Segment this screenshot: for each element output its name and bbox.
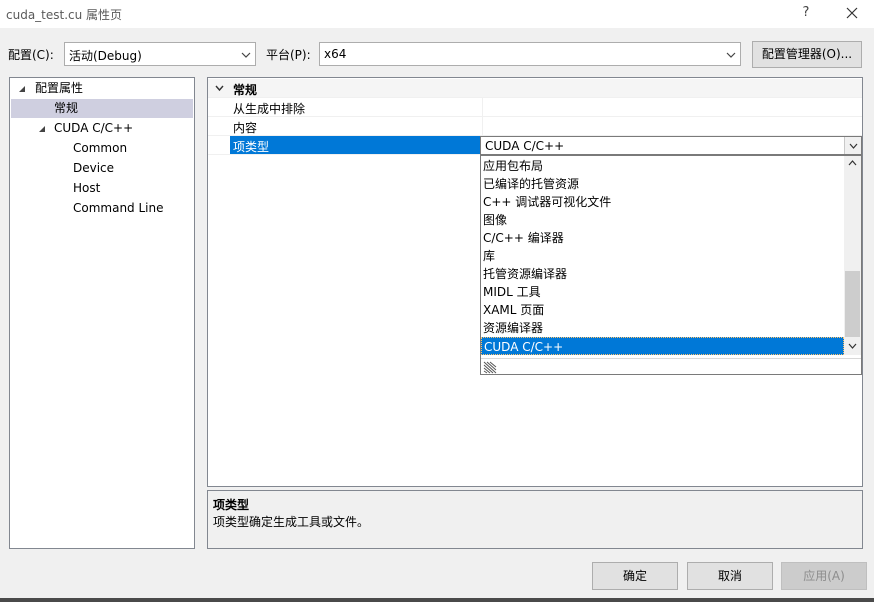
- tree-item-label: CUDA C/C++: [54, 121, 134, 135]
- chevron-down-icon: [849, 143, 857, 149]
- config-select-value: 活动(Debug): [69, 49, 142, 63]
- property-value[interactable]: [482, 117, 862, 135]
- tree-item-config-properties[interactable]: 配置属性: [10, 79, 194, 98]
- dropdown-option[interactable]: XAML 页面: [481, 301, 845, 319]
- help-button[interactable]: ?: [794, 2, 818, 24]
- dropdown-option[interactable]: 图像: [481, 211, 845, 229]
- dropdown-option-selected[interactable]: CUDA C/C++: [481, 337, 844, 355]
- tree-item-label: Host: [73, 181, 101, 195]
- property-value[interactable]: [482, 98, 862, 116]
- cancel-button-label: 取消: [717, 569, 742, 583]
- scroll-down-icon[interactable]: [848, 343, 857, 349]
- tree-item-label: 常规: [54, 101, 79, 115]
- property-row-exclude-from-build[interactable]: 从生成中排除: [208, 98, 862, 117]
- tree-item-general[interactable]: 常规: [11, 99, 193, 118]
- description-text: 项类型确定生成工具或文件。: [213, 515, 370, 529]
- config-manager-label: 配置管理器(O)...: [761, 47, 853, 61]
- config-manager-button[interactable]: 配置管理器(O)...: [752, 41, 862, 68]
- dropdown-resize-area: [481, 358, 861, 374]
- tree-item-label: Device: [73, 161, 115, 175]
- description-panel: 项类型 项类型确定生成工具或文件。: [207, 490, 863, 549]
- platform-label: 平台(P):: [266, 48, 311, 62]
- tree-item-label: 配置属性: [35, 81, 84, 95]
- dropdown-option[interactable]: 应用包布局: [481, 157, 845, 175]
- close-icon: [846, 7, 858, 19]
- property-name: 从生成中排除: [233, 102, 306, 116]
- window-title: cuda_test.cu 属性页: [6, 8, 123, 22]
- platform-select-value: x64: [324, 47, 347, 61]
- scrollbar-thumb[interactable]: [845, 271, 860, 337]
- dropdown-button[interactable]: [844, 137, 861, 154]
- title-bar: [0, 0, 874, 28]
- apply-button-label: 应用(A): [803, 569, 845, 583]
- tree-item-common[interactable]: Common: [10, 139, 194, 158]
- ok-button[interactable]: 确定: [592, 562, 678, 590]
- dropdown-option[interactable]: 托管资源编译器: [481, 265, 845, 283]
- property-name: 项类型: [233, 140, 270, 154]
- dropdown-option[interactable]: 库: [481, 247, 845, 265]
- item-type-select[interactable]: CUDA C/C++: [480, 136, 862, 155]
- dropdown-option[interactable]: 已编译的托管资源: [481, 175, 845, 193]
- apply-button[interactable]: 应用(A): [781, 562, 867, 590]
- dropdown-option[interactable]: MIDL 工具: [481, 283, 845, 301]
- expanded-triangle-icon: [19, 86, 25, 92]
- platform-select[interactable]: x64: [319, 42, 741, 66]
- item-type-select-value: CUDA C/C++: [485, 139, 565, 153]
- property-name: 内容: [233, 121, 258, 135]
- description-title: 项类型: [213, 498, 250, 512]
- window-bottom-border: [0, 598, 874, 602]
- config-select[interactable]: 活动(Debug): [64, 42, 256, 66]
- tree-item-command-line[interactable]: Command Line: [10, 199, 194, 218]
- property-row-item-type[interactable]: 项类型: [208, 136, 480, 155]
- resize-grip-icon[interactable]: [483, 361, 497, 374]
- tree-item-label: Common: [73, 141, 128, 155]
- category-row-general[interactable]: 常规: [208, 79, 862, 98]
- chevron-down-icon: [726, 52, 736, 58]
- scroll-up-icon[interactable]: [848, 160, 857, 166]
- dropdown-option[interactable]: 资源编译器: [481, 319, 845, 337]
- item-type-dropdown-list: 应用包布局 已编译的托管资源 C++ 调试器可视化文件 图像 C/C++ 编译器…: [480, 155, 862, 375]
- tree-item-host[interactable]: Host: [10, 179, 194, 198]
- dropdown-option[interactable]: C/C++ 编译器: [481, 229, 845, 247]
- property-row-content[interactable]: 内容: [208, 117, 862, 136]
- tree-item-cuda[interactable]: CUDA C/C++: [10, 119, 194, 138]
- cancel-button[interactable]: 取消: [687, 562, 773, 590]
- dropdown-option[interactable]: C++ 调试器可视化文件: [481, 193, 845, 211]
- tree-item-device[interactable]: Device: [10, 159, 194, 178]
- tree-item-label: Command Line: [73, 201, 164, 215]
- ok-button-label: 确定: [622, 569, 647, 583]
- close-button[interactable]: [840, 2, 864, 24]
- chevron-down-icon: [241, 52, 251, 58]
- chevron-down-icon: [215, 85, 224, 92]
- category-label: 常规: [233, 83, 258, 97]
- expanded-triangle-icon: [39, 126, 45, 132]
- config-label: 配置(C):: [8, 48, 54, 62]
- property-tree: 配置属性 常规 CUDA C/C++ Common Device Host Co…: [9, 77, 195, 549]
